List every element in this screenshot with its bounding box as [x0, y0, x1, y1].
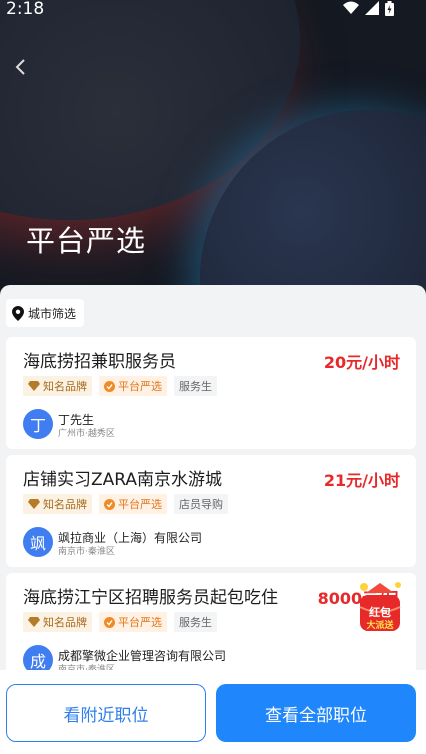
hero-banner: 2:18 平台严选	[0, 0, 426, 300]
tag-platform-selected: 平台严选	[99, 612, 167, 632]
tag-role: 服务生	[174, 376, 217, 396]
bottom-action-bar: 看附近职位 查看全部职位	[0, 670, 426, 754]
avatar: 丁	[23, 409, 53, 439]
job-tags: 知名品牌 平台严选 店员导购	[23, 494, 228, 514]
job-location: 广州市·越秀区	[58, 429, 115, 439]
chevron-left-icon	[15, 59, 25, 75]
signal-icon	[365, 1, 379, 15]
tag-role: 店员导购	[174, 494, 228, 514]
job-title: 海底捞招兼职服务员	[23, 352, 176, 372]
all-jobs-button[interactable]: 查看全部职位	[216, 684, 416, 742]
job-card[interactable]: 海底捞江宁区招聘服务员起包吃住 8000元/月 知名品牌 平台严选 服务生 成 …	[6, 573, 416, 685]
job-salary: 21元/小时	[323, 471, 400, 490]
job-tags: 知名品牌 平台严选 服务生	[23, 612, 217, 632]
job-card[interactable]: 海底捞招兼职服务员 20元/小时 知名品牌 平台严选 服务生 丁 丁先生 广州市…	[6, 337, 416, 449]
red-envelope-badge[interactable]: 红包 大派送	[354, 579, 406, 637]
status-time: 2:18	[6, 0, 45, 19]
wifi-icon	[343, 1, 359, 14]
city-filter-label: 城市筛选	[28, 306, 77, 321]
shield-icon	[104, 380, 115, 392]
avatar: 飒	[23, 527, 53, 557]
diamond-icon	[28, 381, 40, 391]
tag-famous-brand: 知名品牌	[23, 376, 92, 396]
job-title: 店铺实习ZARA南京水游城	[23, 470, 223, 490]
diamond-icon	[28, 499, 40, 509]
city-filter-button[interactable]: 城市筛选	[6, 299, 85, 327]
nearby-jobs-button[interactable]: 看附近职位	[6, 684, 206, 742]
location-pin-icon	[12, 305, 24, 321]
shield-icon	[104, 498, 115, 510]
job-title: 海底捞江宁区招聘服务员起包吃住	[23, 588, 278, 608]
shield-icon	[104, 616, 115, 628]
battery-icon	[385, 1, 394, 16]
tag-famous-brand: 知名品牌	[23, 494, 92, 514]
status-icons	[343, 1, 394, 16]
back-button[interactable]	[8, 54, 34, 80]
job-tags: 知名品牌 平台严选 服务生	[23, 376, 217, 396]
job-salary: 20元/小时	[323, 353, 400, 372]
tag-platform-selected: 平台严选	[99, 494, 167, 514]
job-card[interactable]: 店铺实习ZARA南京水游城 21元/小时 知名品牌 平台严选 店员导购 飒 飒拉…	[6, 455, 416, 567]
diamond-icon	[28, 617, 40, 627]
badge-line2: 大派送	[366, 621, 394, 631]
job-location: 南京市·秦淮区	[58, 547, 115, 557]
tag-platform-selected: 平台严选	[99, 376, 167, 396]
tag-famous-brand: 知名品牌	[23, 612, 92, 632]
page-title: 平台严选	[26, 224, 147, 258]
status-bar: 2:18	[0, 0, 426, 22]
tag-role: 服务生	[174, 612, 217, 632]
